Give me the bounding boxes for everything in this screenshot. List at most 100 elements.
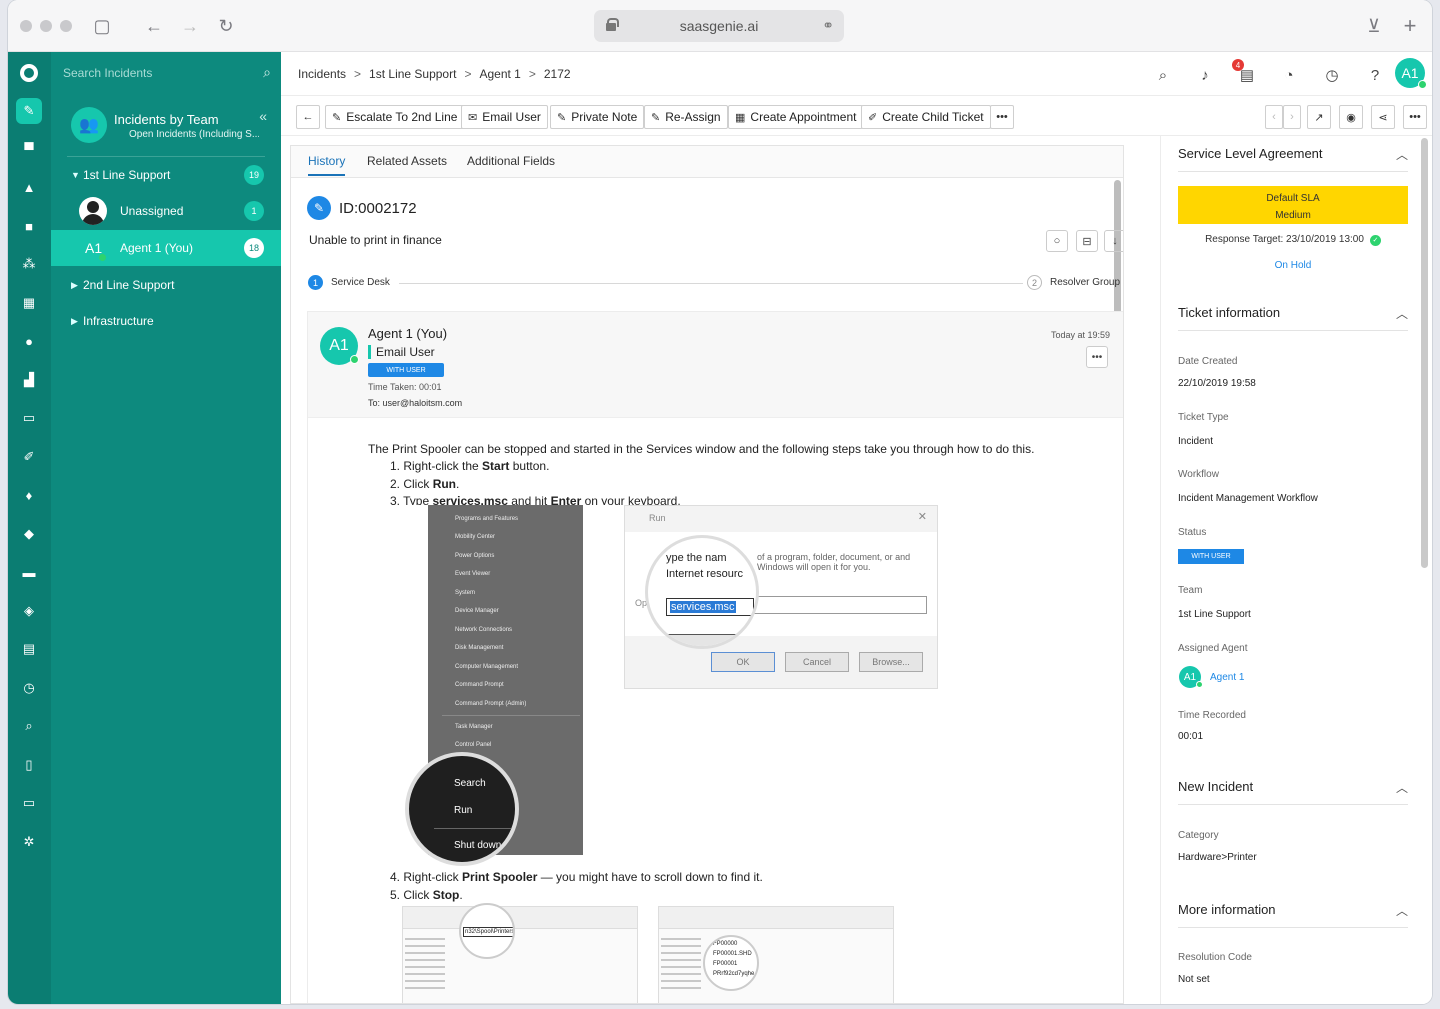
reports-icon[interactable]: ▟ <box>16 367 42 393</box>
ticket-info-section-header[interactable]: Ticket information ︿ <box>1178 295 1408 331</box>
tickets-icon[interactable]: ✎ <box>16 98 42 124</box>
count-badge: 18 <box>244 238 264 258</box>
more-actions-button[interactable]: ••• <box>990 105 1014 129</box>
nav-item-infrastructure[interactable]: ▶ Infrastructure <box>51 303 281 339</box>
notes-icon[interactable]: ✐ <box>16 444 42 470</box>
watch-icon[interactable]: ◉ <box>1339 105 1363 129</box>
breadcrumb-item[interactable]: 1st Line Support <box>369 67 456 81</box>
team-value: 1st Line Support <box>1178 609 1251 620</box>
next-ticket-button[interactable]: › <box>1283 105 1301 129</box>
sort-down-icon[interactable]: ↓ <box>1104 230 1123 252</box>
user-avatar[interactable]: A1 <box>1395 58 1427 89</box>
collapse-icon[interactable]: ⊟ <box>1076 230 1098 252</box>
chevron-up-icon: ︿ <box>1395 904 1408 918</box>
new-tab-icon[interactable]: + <box>1398 13 1422 38</box>
warning-icon[interactable]: ▲ <box>16 174 42 200</box>
bell-icon[interactable]: ♪ <box>1194 64 1216 86</box>
box-icon[interactable]: ◆ <box>16 521 42 547</box>
create-child-ticket-button[interactable]: ✐ Create Child Ticket <box>861 105 991 129</box>
date-created-value: 22/10/2019 19:58 <box>1178 378 1256 389</box>
cart-icon[interactable]: ▀ <box>16 136 42 162</box>
breadcrumb-item[interactable]: Agent 1 <box>479 67 520 81</box>
halo-logo-icon[interactable] <box>16 60 42 86</box>
share-icon[interactable]: ⋖ <box>1371 105 1395 129</box>
email-user-button[interactable]: ✉ Email User <box>461 105 548 129</box>
entry-options-button[interactable]: ••• <box>1086 346 1108 368</box>
breadcrumb-item[interactable]: Incidents <box>298 67 346 81</box>
search-icon[interactable]: ⌕ <box>16 713 42 739</box>
details-panel: Service Level Agreement ︿ Default SLA Me… <box>1160 136 1432 1004</box>
sla-section-header[interactable]: Service Level Agreement ︿ <box>1178 136 1408 172</box>
field-label: Ticket Type <box>1178 412 1229 423</box>
clock-icon[interactable]: ◷ <box>16 675 42 701</box>
settings-icon[interactable]: ✲ <box>16 829 42 855</box>
document-icon[interactable]: ▤ <box>16 636 42 662</box>
reassign-button[interactable]: ✎ Re-Assign <box>644 105 728 129</box>
assigned-agent-link[interactable]: Agent 1 <box>1210 672 1244 683</box>
file-icon[interactable]: ▯ <box>16 752 42 778</box>
tab-history[interactable]: History <box>308 154 346 176</box>
status-badge: WITH USER <box>368 363 444 377</box>
forward-icon[interactable]: → <box>178 14 202 38</box>
nav-item-agent-1[interactable]: A1 Agent 1 (You) 18 <box>51 230 281 266</box>
on-hold-link[interactable]: On Hold <box>1161 260 1425 271</box>
tab-related-assets[interactable]: Related Assets <box>367 154 447 168</box>
laptop-icon[interactable]: ▭ <box>16 405 42 431</box>
entry-type: Email User <box>368 345 435 359</box>
close-window-button[interactable] <box>20 20 32 32</box>
calendar-icon[interactable]: ▦ <box>16 290 42 316</box>
more-options-button[interactable]: ••• <box>1403 105 1427 129</box>
nav-item-2nd-line-support[interactable]: ▶ 2nd Line Support <box>51 267 281 303</box>
ticket-icon: ✎ <box>307 196 331 220</box>
field-label: Category <box>1178 830 1219 841</box>
scrollbar[interactable] <box>1421 138 1428 568</box>
comment-icon[interactable]: ○ <box>1046 230 1068 252</box>
entry-author: Agent 1 (You) <box>368 326 448 341</box>
open-external-icon[interactable]: ↗ <box>1307 105 1331 129</box>
nav-item-1st-line-support[interactable]: ▼ 1st Line Support 19 <box>51 157 281 193</box>
hierarchy-icon[interactable]: ⁂ <box>16 251 42 277</box>
clock-icon[interactable]: ◷ <box>1321 64 1343 86</box>
previous-ticket-button[interactable]: ‹ <box>1265 105 1283 129</box>
more-info-section-header[interactable]: More information ︿ <box>1178 892 1408 928</box>
browser-toolbar: ▢ ← → ↻ saasgenie.ai ⚭ ⊻ + <box>8 0 1432 52</box>
nav-item-unassigned[interactable]: Unassigned 1 <box>51 193 281 229</box>
monitor-icon[interactable]: ▭ <box>16 790 42 816</box>
rss-icon[interactable]: ◔ <box>1278 64 1300 86</box>
edit-icon: ✎ <box>332 111 342 124</box>
ticket-navigation: Search Incidents ⌕ 👥 Incidents by Team O… <box>51 52 281 1004</box>
collapse-nav-icon[interactable]: « <box>259 108 267 124</box>
app: ✎ ▀ ▲ ■ ⁂ ▦ ● ▟ ▭ ✐ ♦ ◆ ▬ ◈ ▤ ◷ ⌕ ▯ ▭ ✲ … <box>8 52 1432 1004</box>
back-button[interactable]: ← <box>296 105 320 129</box>
minimize-window-button[interactable] <box>40 20 52 32</box>
new-incident-section-header[interactable]: New Incident ︿ <box>1178 769 1408 805</box>
team-view-header[interactable]: 👥 Incidents by Team Open Incidents (Incl… <box>51 104 281 154</box>
reload-icon[interactable]: ↻ <box>214 14 238 38</box>
team-icon: 👥 <box>71 107 107 143</box>
search-incidents-input[interactable]: Search Incidents ⌕ <box>63 64 271 84</box>
sidebar-toggle-icon[interactable]: ▢ <box>90 14 114 38</box>
search-icon[interactable]: ⌕ <box>263 64 271 81</box>
history-entry: A1 Agent 1 (You) Email User WITH USER Ti… <box>307 311 1123 1003</box>
instruction-step: 2. Click Run. <box>390 477 460 491</box>
time-taken: Time Taken: 00:01 <box>368 382 442 392</box>
clipboard-icon[interactable]: ▤ 4 <box>1232 59 1258 86</box>
edit-icon: ✎ <box>557 111 567 124</box>
search-icon[interactable]: ⌕ <box>1152 64 1174 86</box>
link-icon[interactable]: ⚭ <box>822 17 834 34</box>
thumbs-up-icon[interactable]: ♦ <box>16 482 42 508</box>
create-appointment-button[interactable]: ▦ Create Appointment <box>728 105 864 129</box>
user-icon[interactable]: ● <box>16 328 42 354</box>
package-icon[interactable]: ◈ <box>16 598 42 624</box>
download-icon[interactable]: ⊻ <box>1362 14 1386 38</box>
help-icon[interactable]: ? <box>1364 64 1386 86</box>
maximize-window-button[interactable] <box>60 20 72 32</box>
agent-initials: A1 <box>85 240 103 256</box>
truck-icon[interactable]: ▬ <box>16 559 42 585</box>
edit-icon[interactable]: ■ <box>16 213 42 239</box>
private-note-button[interactable]: ✎ Private Note <box>550 105 645 129</box>
escalate-button[interactable]: ✎ Escalate To 2nd Line <box>325 105 465 129</box>
address-bar[interactable]: saasgenie.ai ⚭ <box>594 10 844 42</box>
tab-additional-fields[interactable]: Additional Fields <box>467 154 555 168</box>
back-icon[interactable]: ← <box>142 14 166 38</box>
